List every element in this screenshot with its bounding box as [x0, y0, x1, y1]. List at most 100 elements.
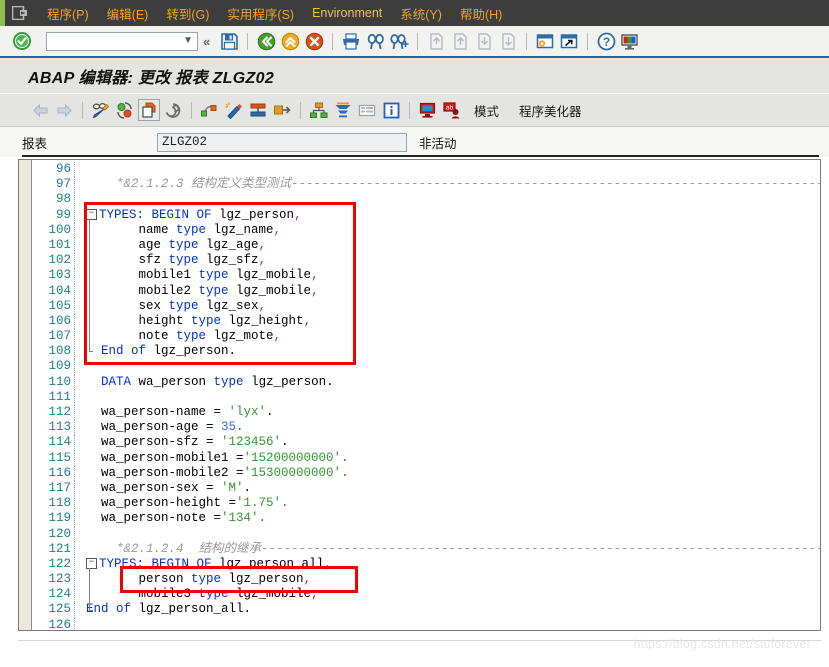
fold-collapse-icon[interactable]: − [86, 558, 97, 570]
code-text[interactable]: *&2.1.2.4 结构的继承-------------------------… [82, 542, 820, 557]
code-line[interactable]: 107 note type lgz_mote, [32, 329, 820, 345]
object-list-icon[interactable] [308, 99, 330, 121]
code-text[interactable]: wa_person-height ='1.75'. [82, 496, 820, 511]
copy-icon[interactable] [138, 99, 160, 121]
new-session-icon[interactable] [534, 30, 556, 52]
code-text[interactable]: sfz type lgz_sfz, [82, 253, 820, 268]
code-line[interactable]: 104 mobile2 type lgz_mobile, [32, 283, 820, 299]
fold-collapse-icon[interactable]: − [86, 208, 97, 220]
code-line[interactable]: 114 wa_person-sfz = '123456'. [32, 435, 820, 451]
code-text[interactable]: wa_person-mobile1 ='15200000000'. [82, 451, 820, 466]
code-text[interactable]: End of lgz_person_all. [82, 602, 820, 617]
cancel-icon[interactable] [303, 30, 325, 52]
menu-item-environment[interactable]: Environment [303, 3, 391, 23]
code-text[interactable]: wa_person-note ='134'. [82, 511, 820, 526]
display-change-icon[interactable] [90, 99, 112, 121]
code-line[interactable]: 117 wa_person-sex = 'M'. [32, 480, 820, 497]
code-line[interactable]: 111 [32, 389, 820, 405]
compress-icon[interactable] [332, 99, 354, 121]
double-chevron-left-icon[interactable]: « [203, 34, 210, 49]
code-line[interactable]: 105 sex type lgz_sex, [32, 298, 820, 314]
debug-icon[interactable] [417, 99, 439, 121]
find-next-icon[interactable] [388, 30, 410, 52]
code-line[interactable]: 99 − TYPES: BEGIN OF lgz_person, [32, 207, 820, 223]
green-check-icon[interactable] [11, 30, 33, 52]
other-object-icon[interactable]: ab [441, 99, 463, 121]
code-text[interactable]: note type lgz_mote, [82, 329, 820, 344]
code-line[interactable]: 119 wa_person-note ='134'. [32, 511, 820, 527]
code-text[interactable]: mobile1 type lgz_mobile, [82, 268, 820, 283]
navigate-icon[interactable] [271, 99, 293, 121]
exit-icon[interactable] [279, 30, 301, 52]
code-line[interactable]: 106 height type lgz_height, [32, 313, 820, 330]
code-text[interactable]: − TYPES: BEGIN OF lgz_person_all, [82, 557, 820, 572]
save-icon[interactable] [218, 30, 240, 52]
code-text[interactable]: sex type lgz_sex, [82, 299, 820, 314]
code-line[interactable]: 113 wa_person-age = 35. [32, 420, 820, 436]
pretty-printer-icon[interactable] [223, 99, 245, 121]
menu-item-help[interactable]: 帮助(H) [451, 1, 511, 26]
code-text[interactable]: name type lgz_name, [82, 223, 820, 238]
customize-layout-icon[interactable] [619, 30, 641, 52]
chevron-down-icon[interactable]: ▼ [183, 36, 193, 46]
code-line[interactable]: 101 age type lgz_age, [32, 237, 820, 254]
code-line[interactable]: 123 person type lgz_person, [32, 572, 820, 588]
where-used-icon[interactable] [247, 99, 269, 121]
code-line[interactable]: 121 *&2.1.2.4 结构的继承---------------------… [32, 541, 820, 557]
mode-label[interactable]: 模式 [474, 101, 499, 120]
pattern-icon[interactable] [162, 99, 184, 121]
code-line[interactable]: 98 [32, 192, 820, 208]
code-line[interactable]: 115 wa_person-mobile1 ='15200000000'. [32, 450, 820, 466]
activate-icon[interactable] [114, 99, 136, 121]
help-icon[interactable]: ? [595, 30, 617, 52]
code-line[interactable]: 109 [32, 359, 820, 375]
code-line[interactable]: 97 *&2.1.2.3 结构定义类型测试-------------------… [32, 177, 820, 193]
code-line[interactable]: 112 wa_person-name = 'lyx'. [32, 405, 820, 421]
back-arrow-icon[interactable] [29, 99, 51, 121]
find-icon[interactable] [364, 30, 386, 52]
code-line[interactable]: 100 name type lgz_name, [32, 222, 820, 238]
back-icon[interactable] [255, 30, 277, 52]
code-line[interactable]: 122 − TYPES: BEGIN OF lgz_person_all, [32, 556, 820, 573]
code-line[interactable]: 120 [32, 526, 820, 542]
menu-item-utilities[interactable]: 实用程序(S) [218, 1, 303, 26]
code-line[interactable]: 125 End of lgz_person_all. [32, 602, 820, 618]
code-line[interactable]: 116 wa_person-mobile2 ='15300000000'. [32, 465, 820, 481]
code-line[interactable]: 126 [32, 617, 820, 630]
code-text[interactable]: *&2.1.2.3 结构定义类型测试----------------------… [82, 177, 820, 192]
shortcut-icon[interactable] [558, 30, 580, 52]
code-text[interactable]: mobile2 type lgz_mobile, [82, 284, 820, 299]
command-field[interactable]: ▼ [46, 31, 198, 51]
code-text[interactable]: height type lgz_height, [82, 314, 820, 329]
system-menu-icon[interactable] [12, 6, 28, 20]
code-scroll-area[interactable]: 96 97 *&2.1.2.3 结构定义类型测试-----------------… [32, 160, 820, 630]
code-text[interactable]: End of lgz_person. [82, 344, 820, 359]
code-text[interactable]: mobile3 type lgz_mobile, [82, 587, 820, 602]
report-input[interactable] [157, 132, 407, 152]
code-line[interactable]: 108 End of lgz_person. [32, 344, 820, 360]
code-text[interactable]: wa_person-age = 35. [82, 420, 820, 435]
code-text[interactable]: DATA wa_person type lgz_person. [82, 375, 820, 390]
code-line[interactable]: 103 mobile1 type lgz_mobile, [32, 268, 820, 284]
code-line[interactable]: 118 wa_person-height ='1.75'. [32, 496, 820, 512]
info-icon[interactable] [380, 99, 402, 121]
code-text[interactable]: wa_person-sfz = '123456'. [82, 435, 820, 450]
code-text[interactable]: wa_person-sex = 'M'. [82, 481, 820, 496]
code-line[interactable]: 96 [32, 162, 820, 178]
code-lines[interactable]: 96 97 *&2.1.2.3 结构定义类型测试-----------------… [32, 160, 820, 630]
code-line[interactable]: 102 sfz type lgz_sfz, [32, 253, 820, 269]
code-line[interactable]: 124 mobile3 type lgz_mobile, [32, 587, 820, 603]
menu-item-program[interactable]: 程序(P) [38, 1, 98, 26]
menu-item-goto[interactable]: 转到(G) [157, 1, 218, 26]
forward-arrow-icon[interactable] [53, 99, 75, 121]
pretty-printer-label[interactable]: 程序美化器 [519, 101, 582, 120]
menu-item-system[interactable]: 系统(Y) [391, 1, 451, 26]
code-text[interactable]: wa_person-name = 'lyx'. [82, 405, 820, 420]
code-text[interactable]: person type lgz_person, [82, 572, 820, 587]
check-icon[interactable] [199, 99, 221, 121]
code-text[interactable]: wa_person-mobile2 ='15300000000'. [82, 466, 820, 481]
code-text[interactable]: age type lgz_age, [82, 238, 820, 253]
code-editor[interactable]: 96 97 *&2.1.2.3 结构定义类型测试-----------------… [18, 159, 821, 631]
code-text[interactable]: − TYPES: BEGIN OF lgz_person, [82, 208, 820, 223]
code-line[interactable]: 110 DATA wa_person type lgz_person. [32, 374, 820, 390]
